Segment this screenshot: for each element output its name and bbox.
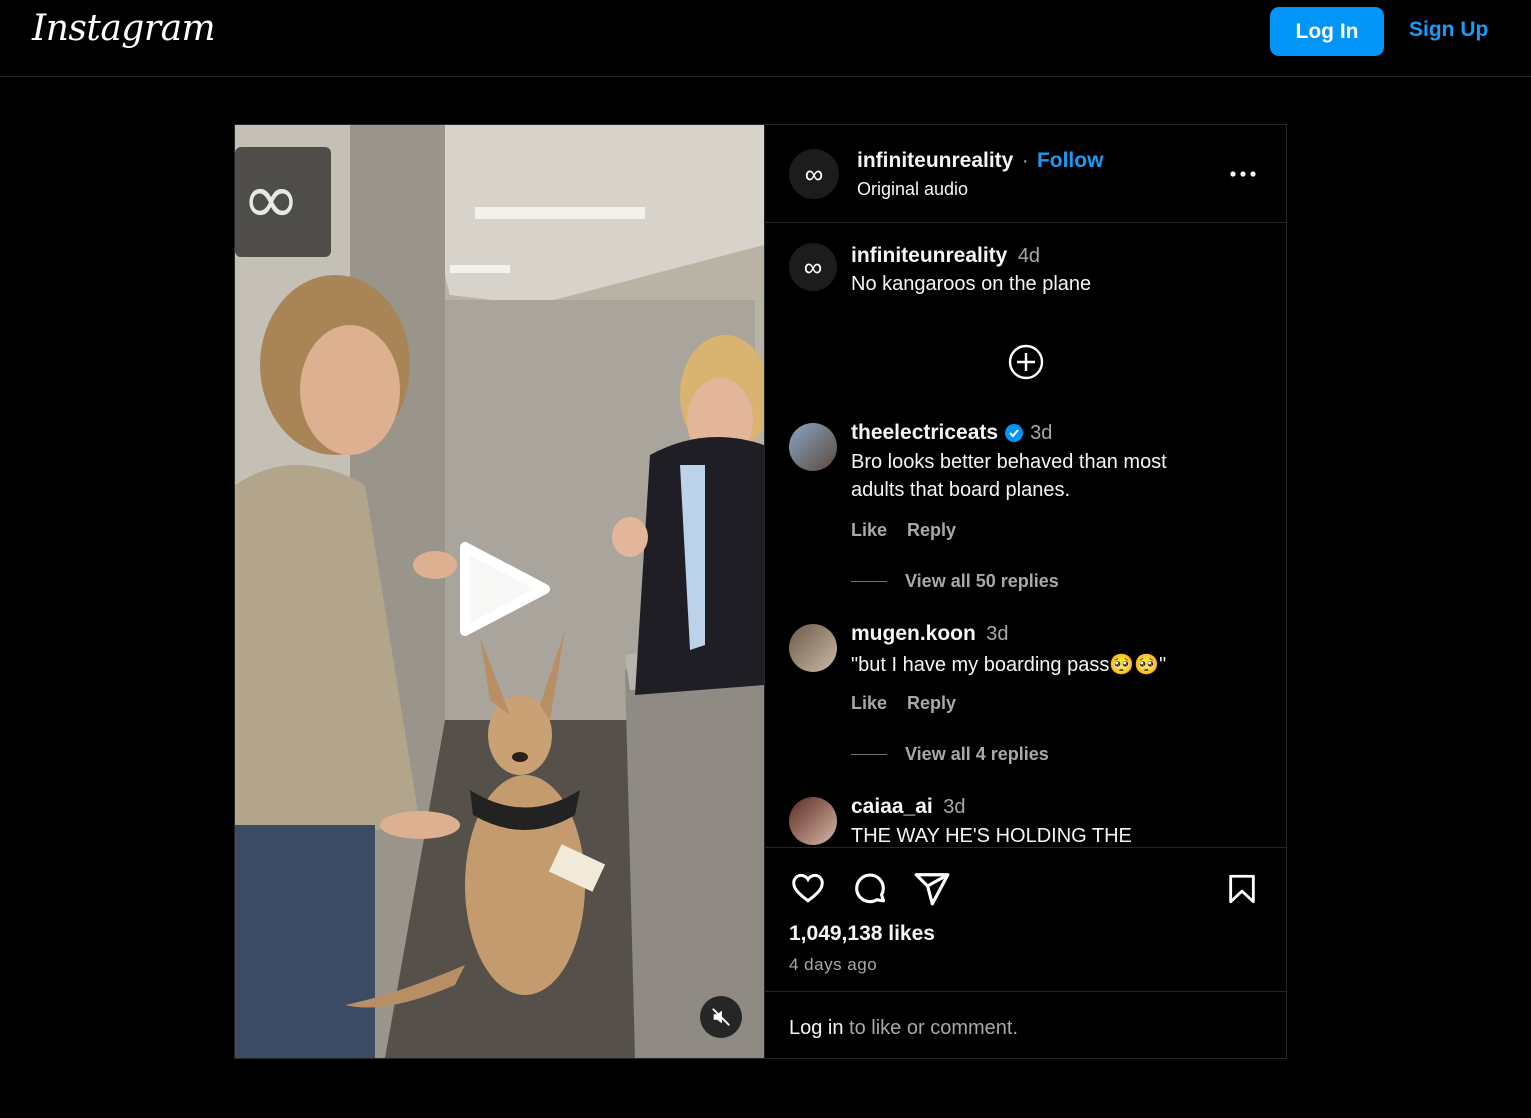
comment-avatar[interactable] (789, 797, 837, 845)
load-more-comments-icon[interactable] (1007, 343, 1045, 381)
post-header-meta: infiniteunreality · Follow (857, 149, 1103, 173)
comments-list[interactable]: theelectriceats 3d Bro looks better beha… (765, 405, 1287, 847)
comment-text-line: THE WAY HE'S HOLDING THE (851, 825, 1132, 847)
comment-username[interactable]: theelectriceats (851, 421, 998, 445)
reply-comment-button[interactable]: Reply (907, 693, 956, 714)
comment-meta: mugen.koon 3d (851, 622, 1009, 646)
comment-avatar[interactable] (789, 423, 837, 471)
like-comment-button[interactable]: Like (851, 693, 887, 714)
post-container: ∞ ∞ infiniteunreality · Follow Original … (234, 124, 1287, 1059)
more-horizontal-icon[interactable] (1229, 169, 1257, 179)
post-timestamp[interactable]: 4 days ago (789, 955, 877, 975)
bookmark-icon[interactable] (1225, 870, 1259, 908)
separator-dot: · (1021, 150, 1029, 172)
caption-age: 4d (1017, 245, 1041, 267)
comment-meta: caiaa_ai 3d (851, 795, 965, 819)
share-icon[interactable] (913, 870, 951, 908)
post-details-panel: ∞ infiniteunreality · Follow Original au… (764, 125, 1287, 1058)
mute-toggle-button[interactable] (700, 996, 742, 1038)
comment-meta: theelectriceats 3d (851, 421, 1052, 445)
comment-item: mugen.koon 3d "but I have my boarding pa… (765, 622, 1287, 782)
video-player[interactable]: ∞ (235, 125, 764, 1058)
login-prompt-link[interactable]: Log in (789, 1017, 844, 1039)
replies-line (851, 754, 887, 755)
login-prompt: Log in to like or comment. (789, 1017, 1018, 1040)
audio-label[interactable]: Original audio (857, 179, 968, 200)
speaker-muted-icon (712, 1008, 730, 1026)
comment-text-line: Bro looks better behaved than most (851, 451, 1167, 473)
comment-item: caiaa_ai 3d THE WAY HE'S HOLDING THE (765, 795, 1287, 847)
follow-button[interactable]: Follow (1037, 149, 1104, 172)
login-prompt-text: to like or comment. (843, 1017, 1019, 1039)
caption-text: No kangaroos on the plane (851, 273, 1092, 295)
caption-meta: infiniteunreality 4d (851, 244, 1040, 268)
header-divider (765, 222, 1287, 223)
footer-divider (765, 991, 1287, 992)
author-avatar[interactable]: ∞ (789, 149, 839, 199)
caption-avatar[interactable]: ∞ (789, 243, 837, 291)
likes-count[interactable]: 1,049,138 likes (789, 922, 935, 946)
signup-link[interactable]: Sign Up (1409, 18, 1488, 42)
comment-age: 3d (1030, 421, 1053, 444)
heart-icon[interactable] (789, 870, 827, 906)
comment-item: theelectriceats 3d Bro looks better beha… (765, 421, 1287, 601)
reply-comment-button[interactable]: Reply (907, 520, 956, 541)
caption-username[interactable]: infiniteunreality (851, 244, 1007, 267)
replies-line (851, 581, 887, 582)
verified-badge-icon (1005, 424, 1024, 442)
comment-icon[interactable] (851, 870, 889, 908)
comment-avatar[interactable] (789, 624, 837, 672)
view-replies-button[interactable]: View all 50 replies (905, 571, 1059, 592)
comment-text-line: adults that board planes. (851, 479, 1071, 501)
view-replies-button[interactable]: View all 4 replies (905, 744, 1049, 765)
comment-age: 3d (943, 796, 966, 818)
instagram-logo[interactable]: Instagram (32, 8, 216, 49)
comment-username[interactable]: caiaa_ai (851, 795, 933, 818)
login-button[interactable]: Log In (1270, 7, 1384, 56)
author-username[interactable]: infiniteunreality (857, 149, 1013, 172)
play-icon[interactable] (457, 539, 553, 639)
comment-age: 3d (986, 623, 1009, 645)
comment-text-line: "but I have my boarding pass🥺🥺" (851, 654, 1167, 676)
svg-text:∞: ∞ (242, 158, 300, 240)
top-navigation-bar: Instagram Log In Sign Up (0, 0, 1531, 77)
like-comment-button[interactable]: Like (851, 520, 887, 541)
actions-divider (765, 847, 1287, 848)
comment-username[interactable]: mugen.koon (851, 622, 976, 645)
